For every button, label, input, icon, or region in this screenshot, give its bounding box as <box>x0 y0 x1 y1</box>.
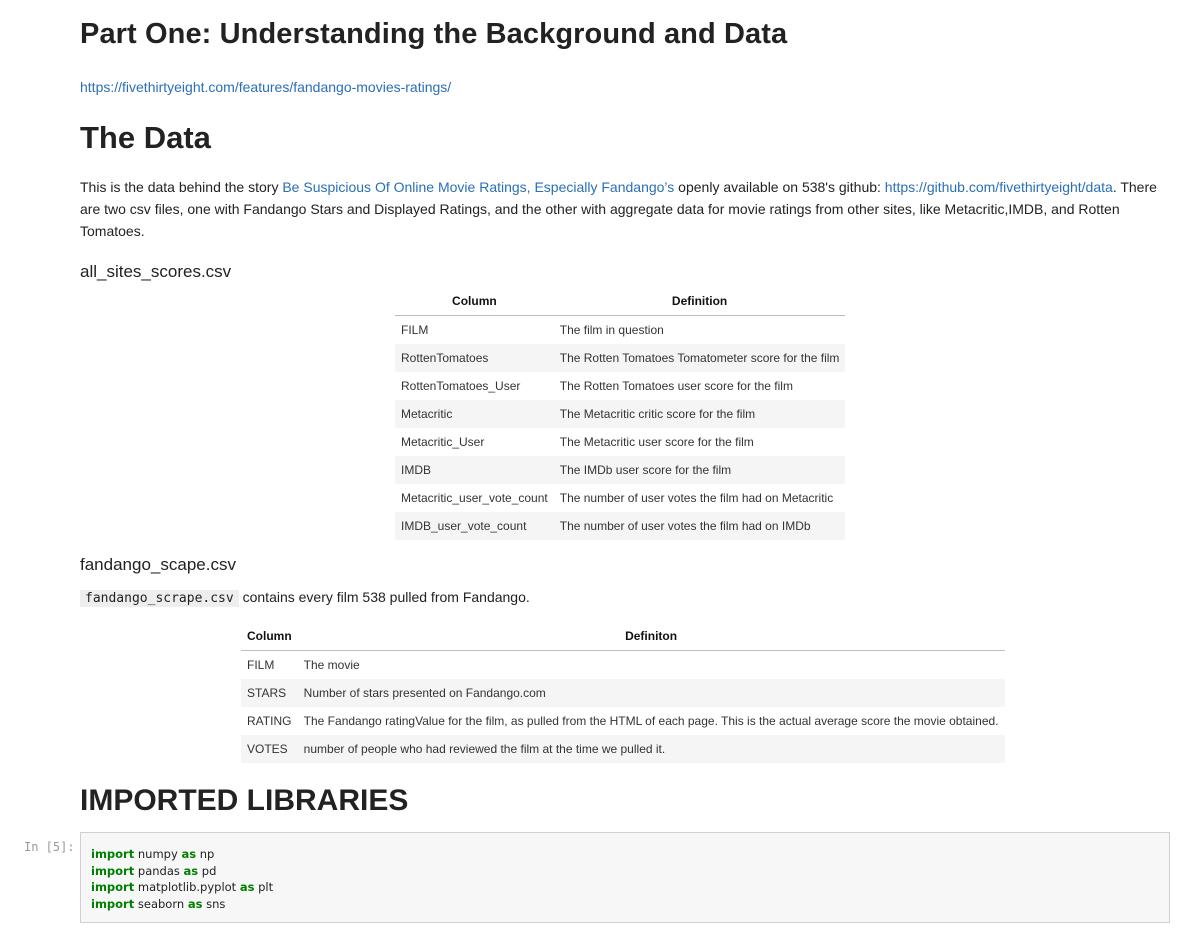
table-row: Metacritic_User The Metacritic user score… <box>395 428 845 456</box>
github-link[interactable]: https://github.com/fivethirtyeight/data <box>885 179 1113 195</box>
code-editor[interactable]: import numpy as np import pandas as pd i… <box>91 846 273 912</box>
cell-prompt: In [5]: <box>24 840 75 854</box>
table-cell: Metacritic_user_vote_count <box>401 491 548 505</box>
table-row: Metacritic The Metacritic critic score fo… <box>395 400 846 428</box>
table-cell: Metacritic_User <box>401 435 485 449</box>
table-cell: STARS <box>241 679 298 707</box>
table-cell: The IMDb user score for the film <box>553 456 846 484</box>
story-link[interactable]: Be Suspicious Of Online Movie Ratings, E… <box>282 179 674 195</box>
data-description: This is the data behind the story Be Sus… <box>80 176 1160 242</box>
fandango-intro: fandango_scrape.csv contains every film … <box>80 589 530 607</box>
table-cell: IMDB <box>395 456 554 484</box>
table-row: IMDB The IMDb user score for the film <box>395 456 846 484</box>
table-cell: The Rotten Tomatoes user score for the f… <box>559 379 793 393</box>
keyword: import <box>91 847 135 861</box>
table-cell: The Metacritic critic score for the film <box>553 400 846 428</box>
column-header: Column <box>395 287 554 316</box>
table-cell: Number of stars presented on Fandango.co… <box>297 679 1005 707</box>
table-cell: The film in question <box>559 323 664 337</box>
code-line: import seaborn as sns <box>91 897 225 911</box>
table-cell: The Fandango ratingValue for the film, a… <box>303 714 999 728</box>
keyword: as <box>187 896 203 911</box>
table-row: FILM The movie <box>241 651 1005 680</box>
table-cell: RottenTomatoes <box>395 344 554 372</box>
keyword: as <box>181 847 197 861</box>
module-name: seaborn <box>134 896 188 911</box>
table-header-row: Column Definiton <box>241 622 1005 651</box>
alias-name: pd <box>198 863 217 878</box>
table-cell: FILM <box>401 323 429 337</box>
table-cell: The number of user votes the film had on… <box>553 512 846 540</box>
table-row: RottenTomatoes_User The Rotten Tomatoes u… <box>395 372 845 400</box>
table-cell: number of people who had reviewed the fi… <box>297 735 1005 763</box>
table-cell: IMDB_user_vote_count <box>395 512 554 540</box>
table-cell: RottenTomatoes_User <box>401 379 521 393</box>
desc-text-2: openly available on 538's github: <box>674 179 885 195</box>
all-sites-table: Column Definition FILM The film in questi… <box>395 287 846 540</box>
inline-code-filename: fandango_scrape.csv <box>80 590 239 607</box>
table-row: VOTES number of people who had reviewed t… <box>241 735 1005 763</box>
table-cell: The movie <box>303 658 360 672</box>
heading-imported-libraries: IMPORTED LIBRARIES <box>80 784 409 817</box>
table-cell: The Metacritic user score for the film <box>559 435 754 449</box>
fandango-intro-text: contains every film 538 pulled from Fand… <box>238 589 530 605</box>
alias-name: plt <box>254 880 274 894</box>
keyword: import <box>91 880 135 894</box>
table-row: STARS Number of stars presented on Fandan… <box>241 679 1005 707</box>
fandango-table: Column Definiton FILM The movie STARS Numb… <box>241 622 1005 763</box>
code-line: import numpy as np <box>91 847 214 861</box>
desc-text-1: This is the data behind the story <box>80 179 283 195</box>
table-row: RATING The Fandango ratingValue for the f… <box>241 707 1005 735</box>
keyword: import <box>91 896 135 911</box>
table-row: RottenTomatoes The Rotten Tomatoes Tomato… <box>395 344 846 372</box>
definition-header: Definiton <box>297 622 1005 651</box>
code-line: import pandas as pd <box>91 864 216 878</box>
heading-part-one: Part One: Understanding the Background a… <box>80 18 788 50</box>
table-cell: The number of user votes the film had on… <box>559 491 834 505</box>
module-name: matplotlib.pyplot <box>134 880 240 894</box>
column-header: Column <box>241 622 298 651</box>
table-cell: RATING <box>247 714 292 728</box>
table-row: IMDB_user_vote_count The number of user v… <box>395 512 846 540</box>
module-name: pandas <box>134 863 184 878</box>
table-cell: The Rotten Tomatoes Tomatometer score fo… <box>553 344 846 372</box>
heading-the-data: The Data <box>80 120 211 155</box>
alias-name: np <box>196 847 215 861</box>
heading-fandango-scape: fandango_scape.csv <box>80 555 236 574</box>
table-header-row: Column Definition <box>395 287 846 316</box>
table-cell: VOTES <box>241 735 298 763</box>
keyword: import <box>91 863 135 878</box>
code-line: import matplotlib.pyplot as plt <box>91 880 273 894</box>
alias-name: sns <box>202 896 226 911</box>
keyword: as <box>183 863 199 878</box>
code-cell[interactable]: import numpy as np import pandas as pd i… <box>80 832 1170 923</box>
table-cell: FILM <box>247 658 275 672</box>
heading-all-sites-scores: all_sites_scores.csv <box>80 262 232 281</box>
table-row: FILM The film in question <box>395 316 845 345</box>
table-row: Metacritic_user_vote_count The number of … <box>395 484 845 512</box>
definition-header: Definition <box>553 287 846 316</box>
module-name: numpy <box>134 847 182 861</box>
article-link[interactable]: https://fivethirtyeight.com/features/fan… <box>80 79 451 95</box>
table-cell: Metacritic <box>395 400 554 428</box>
keyword: as <box>239 880 255 894</box>
